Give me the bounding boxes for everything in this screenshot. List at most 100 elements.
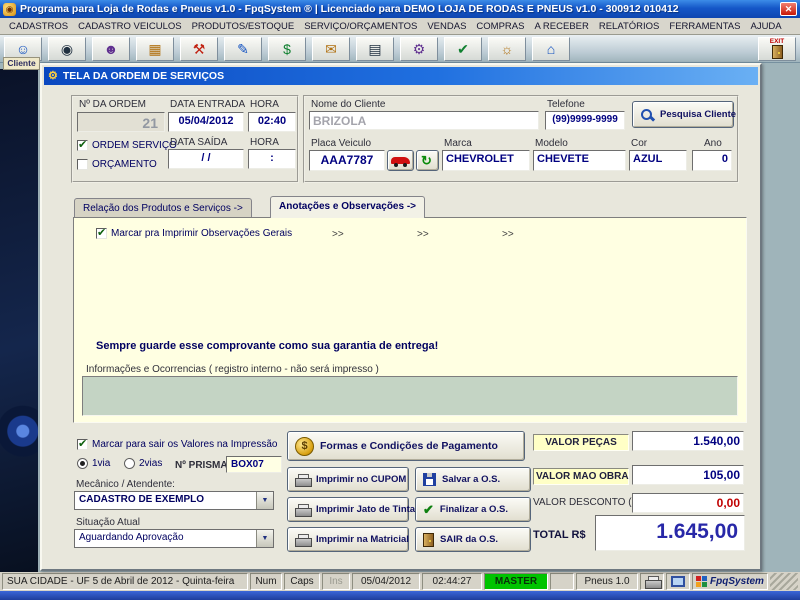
app-title: Programa para Loja de Rodas e Pneus v1.0…	[20, 3, 679, 15]
pagamento-button[interactable]: $ Formas e Condições de Pagamento	[287, 431, 525, 461]
dialog-body: Nº DA ORDEM 21 DATA ENTRADA 05/04/2012 H…	[44, 87, 758, 569]
valor-desconto-label: VALOR DESCONTO ( - )	[533, 497, 644, 508]
color-field[interactable]: AZUL	[629, 150, 687, 171]
valor-mao-obra-label: VALOR MAO OBRA	[533, 468, 629, 485]
toolbar-vendas-button[interactable]: $	[268, 36, 306, 61]
observations-panel[interactable]: Marcar pra Imprimir Observações Gerais >…	[73, 217, 747, 423]
arrow-marker-2: >>	[417, 229, 429, 240]
refresh-plate-button[interactable]: ↻	[416, 150, 439, 171]
imprimir-matricial-button[interactable]: Imprimir na Matricial	[287, 527, 409, 552]
orcamento-checkbox[interactable]: ORÇAMENTO	[77, 159, 157, 170]
status-printer-cell[interactable]	[640, 573, 664, 590]
menu-item-ajuda[interactable]: AJUDA	[745, 19, 786, 34]
tab-anotacoes-observacoes[interactable]: Anotações e Observações ->	[270, 196, 426, 218]
year-field[interactable]: 0	[692, 150, 732, 171]
toolbar-configuracoes-button[interactable]: ⚙	[400, 36, 438, 61]
menu-item-cadastros[interactable]: CADASTROS	[4, 19, 73, 34]
prisma-field[interactable]: BOX07	[226, 456, 282, 473]
brand-name: FpqSystem	[710, 576, 764, 587]
refresh-icon: ↻	[421, 153, 432, 168]
toolbar-compras-button[interactable]: ✉	[312, 36, 350, 61]
plate-field[interactable]: AAA7787	[309, 150, 385, 171]
sair-os-button[interactable]: SAIR da O.S.	[415, 527, 531, 552]
phone-field[interactable]: (99)9999-9999	[545, 111, 625, 130]
model-field[interactable]: CHEVETE	[533, 150, 626, 171]
client-name-field[interactable]: BRIZOLA	[309, 111, 539, 130]
finalizar-os-label: Finalizar a O.S.	[439, 504, 509, 515]
ordem-servico-label: ORDEM SERVIÇO	[92, 140, 177, 151]
check-icon: ✔	[423, 502, 434, 517]
car-icon	[391, 154, 410, 167]
radio-1via-label: 1via	[92, 458, 111, 469]
internal-info-textarea[interactable]	[82, 376, 738, 416]
radio-1via[interactable]: 1via	[77, 458, 110, 469]
toolbar-sistema-button[interactable]: ⌂	[532, 36, 570, 61]
toolbar-sol-button[interactable]: ☼	[488, 36, 526, 61]
status-bar: SUA CIDADE - UF 5 de Abril de 2012 - Qui…	[0, 572, 800, 591]
chevron-down-icon: ▼	[256, 530, 273, 547]
menu-item-relatorios[interactable]: RELATÓRIOS	[594, 19, 665, 34]
valores-impressao-checkbox[interactable]: Marcar para sair os Valores na Impressão	[77, 437, 277, 450]
toolbar-servicos-button[interactable]: ⚒	[180, 36, 218, 61]
pesquisa-cliente-label: Pesquisa Cliente	[660, 109, 737, 120]
checkbox-checked-icon	[77, 437, 88, 450]
valor-desconto-field[interactable]: 0,00	[632, 493, 744, 513]
toolbar-fornecedor-button[interactable]: ☻	[92, 36, 130, 61]
menu-item-vendas[interactable]: VENDAS	[422, 19, 471, 34]
checkbox-checked-icon	[77, 138, 88, 151]
menu-item-cadastro-veiculos[interactable]: CADASTRO VEICULOS	[73, 19, 186, 34]
car-button[interactable]	[387, 150, 414, 171]
dialog-titlebar: ⚙ TELA DA ORDEM DE SERVIÇOS	[44, 67, 758, 85]
mecanico-dropdown[interactable]: CADASTRO DE EXEMPLO ▼	[74, 491, 274, 510]
toolbar-exit-button[interactable]: EXIT	[758, 36, 796, 61]
app-window: ◉ Programa para Loja de Rodas e Pneus v1…	[0, 0, 800, 600]
imprimir-cupom-button[interactable]: Imprimir no CUPOM	[287, 467, 409, 492]
door-icon	[771, 44, 783, 59]
entry-date-field[interactable]: 05/04/2012	[168, 112, 244, 132]
status-app-name: Pneus 1.0	[576, 573, 638, 590]
exit-time-field[interactable]: :	[248, 149, 296, 169]
tire-icon: ◉	[60, 40, 74, 57]
pesquisa-cliente-button[interactable]: Pesquisa Cliente	[632, 101, 737, 128]
toolbar-relatorios-button[interactable]: ▤	[356, 36, 394, 61]
entry-time-field[interactable]: 02:40	[248, 112, 296, 132]
salvar-os-button[interactable]: Salvar a O.S.	[415, 467, 531, 492]
brand-field[interactable]: CHEVROLET	[442, 150, 530, 171]
prisma-label: Nº PRISMA	[175, 460, 228, 471]
situacao-value: Aguardando Aprovação	[79, 532, 184, 543]
ordem-servico-checkbox[interactable]: ORDEM SERVIÇO	[77, 138, 177, 151]
year-label: Ano	[704, 138, 722, 149]
printer-icon	[644, 575, 662, 589]
entry-time-label: HORA	[250, 99, 279, 110]
imprimir-matricial-label: Imprimir na Matricial	[316, 534, 409, 545]
toolbar-ok-button[interactable]: ✔	[444, 36, 482, 61]
status-caps: Caps	[284, 573, 320, 590]
close-button[interactable]: ✕	[780, 2, 797, 16]
taskbar-strip	[0, 591, 800, 600]
exit-date-field[interactable]: / /	[168, 149, 244, 169]
toolbar-pneus-button[interactable]: ◉	[48, 36, 86, 61]
status-monitor-cell[interactable]	[666, 573, 690, 590]
finalizar-os-button[interactable]: ✔ Finalizar a O.S.	[415, 497, 531, 522]
menu-item-compras[interactable]: COMPRAS	[471, 19, 529, 34]
toolbar-produtos-button[interactable]: ▦	[136, 36, 174, 61]
observations-text[interactable]: Sempre guarde esse comprovante como sua …	[96, 340, 438, 352]
menu-item-servico-orcamentos[interactable]: SERVIÇO/ORÇAMENTOS	[299, 19, 422, 34]
pagamento-label: Formas e Condições de Pagamento	[320, 440, 498, 452]
situacao-label: Situação Atual	[76, 517, 140, 528]
situacao-dropdown[interactable]: Aguardando Aprovação ▼	[74, 529, 274, 548]
toolbar-orcamento-button[interactable]: ✎	[224, 36, 262, 61]
printer-icon	[295, 533, 312, 547]
radio-2vias[interactable]: 2vias	[124, 458, 162, 469]
menu-item-produtos-estoque[interactable]: PRODUTOS/ESTOQUE	[187, 19, 300, 34]
imprimir-jato-button[interactable]: Imprimir Jato de Tinta	[287, 497, 415, 522]
status-num: Num	[250, 573, 282, 590]
tab-produtos-servicos[interactable]: Relação dos Produtos e Serviços ->	[74, 198, 252, 218]
menu-item-a-receber[interactable]: A RECEBER	[529, 19, 593, 34]
report-icon: ▤	[368, 40, 382, 57]
resize-grip[interactable]	[770, 573, 798, 590]
menu-item-ferramentas[interactable]: FERRAMENTAS	[664, 19, 745, 34]
imprimir-observacoes-checkbox[interactable]: Marcar pra Imprimir Observações Gerais	[96, 226, 292, 239]
arrow-marker-1: >>	[332, 229, 344, 240]
mecanico-label: Mecânico / Atendente:	[76, 479, 175, 490]
